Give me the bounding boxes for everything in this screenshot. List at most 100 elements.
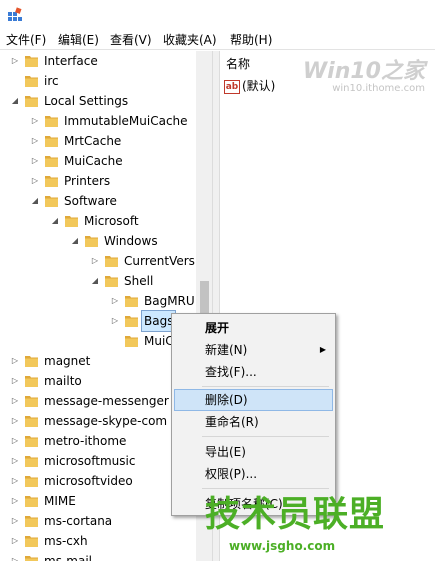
menu-file[interactable]: 文件(F): [6, 32, 46, 48]
tree-item-label: CurrentVersio: [124, 254, 206, 268]
tree-item-label: Printers: [64, 174, 111, 188]
expand-arrow-icon[interactable]: ▷: [30, 171, 40, 191]
folder-icon: [25, 356, 38, 367]
menu-item-find[interactable]: 查找(F)...: [175, 362, 332, 382]
menu-item-permissions[interactable]: 权限(P)...: [175, 464, 332, 484]
menu-edit[interactable]: 编辑(E): [58, 32, 99, 48]
tree-item-label: ImmutableMuiCache: [64, 114, 188, 128]
expand-arrow-icon[interactable]: ▷: [10, 51, 20, 71]
expand-arrow-icon[interactable]: ▷: [10, 491, 20, 511]
expand-arrow-icon[interactable]: ▷: [110, 291, 120, 311]
expand-arrow-icon[interactable]: ▷: [10, 531, 20, 551]
tree-item-label: MrtCache: [64, 134, 122, 148]
value-row-default[interactable]: ab (默认): [224, 77, 275, 95]
tree-item[interactable]: ▷ CurrentVersio: [0, 251, 212, 271]
expand-arrow-icon[interactable]: ▷: [10, 351, 20, 371]
title-bar: [0, 0, 435, 30]
expand-arrow-icon[interactable]: ▷: [10, 371, 20, 391]
expand-arrow-icon[interactable]: ▷: [10, 551, 20, 561]
folder-icon: [25, 396, 38, 407]
tree-item-label: MIME: [44, 494, 76, 508]
tree-item-label: MuiCache: [64, 154, 123, 168]
watermark-jsgho-url: www.jsgho.com: [229, 539, 336, 553]
menu-separator: [202, 386, 329, 387]
tree-item[interactable]: ◢ Microsoft: [0, 211, 212, 231]
tree-item[interactable]: ◢ Windows: [0, 231, 212, 251]
tree-item[interactable]: ▷ MuiCache: [0, 151, 212, 171]
tree-item-label: metro-ithome: [44, 434, 127, 448]
value-name-default: (默认): [242, 79, 276, 93]
folder-icon: [45, 156, 58, 167]
expand-arrow-icon[interactable]: ▷: [10, 511, 20, 531]
folder-icon: [105, 256, 118, 267]
folder-icon: [45, 116, 58, 127]
tree-item[interactable]: ▷ Interface: [0, 51, 212, 71]
menu-item-new[interactable]: 新建(N) ▶: [175, 340, 332, 360]
expand-arrow-icon[interactable]: ▷: [30, 131, 40, 151]
folder-icon: [85, 236, 98, 247]
tree-item[interactable]: ◢ Local Settings: [0, 91, 212, 111]
tree-item[interactable]: ▷ ImmutableMuiCache: [0, 111, 212, 131]
expand-arrow-icon[interactable]: ▷: [10, 431, 20, 451]
folder-icon: [25, 56, 38, 67]
collapse-arrow-icon[interactable]: ◢: [90, 271, 100, 291]
tree-item[interactable]: ▷ ms-mail: [0, 551, 212, 561]
folder-icon: [25, 76, 38, 87]
tree-item-label: microsoftmusic: [44, 454, 136, 468]
expand-arrow-icon[interactable]: ▷: [10, 471, 20, 491]
tree-item-label: message-messenger: [44, 394, 169, 408]
no-arrow-spacer: [110, 331, 120, 351]
menu-view[interactable]: 查看(V): [110, 32, 152, 48]
watermark-brand: Win10之家: [302, 59, 425, 84]
menu-item-new-label: 新建(N): [205, 343, 248, 357]
collapse-arrow-icon[interactable]: ◢: [30, 191, 40, 211]
expand-arrow-icon[interactable]: ▷: [10, 391, 20, 411]
tree-item-label: Local Settings: [44, 94, 129, 108]
tree-item[interactable]: ◢ Software: [0, 191, 212, 211]
folder-icon: [25, 436, 38, 447]
context-menu: 展开 新建(N) ▶ 查找(F)... 删除(D) 重命名(R) 导出(E) 权限…: [171, 313, 336, 516]
collapse-arrow-icon[interactable]: ◢: [10, 91, 20, 111]
tree-item-label: irc: [44, 74, 59, 88]
watermark-jsgho-brand: 技术员联盟: [205, 495, 386, 535]
expand-arrow-icon[interactable]: ▷: [10, 451, 20, 471]
submenu-arrow-icon: ▶: [319, 345, 326, 354]
tree-item-label: ms-cortana: [44, 514, 113, 528]
tree-item[interactable]: irc: [0, 71, 212, 91]
tree-item-label: mailto: [44, 374, 82, 388]
tree-item-label: microsoftvideo: [44, 474, 133, 488]
menu-item-delete[interactable]: 删除(D): [174, 389, 333, 411]
tree-item[interactable]: ▷ MrtCache: [0, 131, 212, 151]
menu-help[interactable]: 帮助(H): [230, 32, 272, 48]
tree-item-label: ms-cxh: [44, 534, 88, 548]
expand-arrow-icon[interactable]: ▷: [30, 111, 40, 131]
tree-item[interactable]: ▷ Printers: [0, 171, 212, 191]
folder-icon: [25, 376, 38, 387]
expand-arrow-icon[interactable]: ▷: [30, 151, 40, 171]
tree-item-label: message-skype-com: [44, 414, 168, 428]
menu-item-export[interactable]: 导出(E): [175, 442, 332, 462]
menu-item-rename[interactable]: 重命名(R): [175, 412, 332, 432]
menu-separator: [202, 436, 329, 437]
menu-bar: 文件(F) 编辑(E) 查看(V) 收藏夹(A) 帮助(H): [0, 30, 435, 50]
folder-icon: [125, 316, 138, 327]
tree-item[interactable]: ▷ BagMRU: [0, 291, 212, 311]
tree-item[interactable]: ▷ ms-cxh: [0, 531, 212, 551]
column-header-name[interactable]: 名称: [226, 55, 250, 72]
folder-icon: [25, 536, 38, 547]
tree-item[interactable]: ◢ Shell: [0, 271, 212, 291]
tree-item-label: ms-mail: [44, 554, 92, 561]
collapse-arrow-icon[interactable]: ◢: [50, 211, 60, 231]
folder-icon: [45, 176, 58, 187]
expand-arrow-icon[interactable]: ▷: [10, 411, 20, 431]
expand-arrow-icon[interactable]: ▷: [110, 311, 120, 331]
expand-arrow-icon[interactable]: ▷: [90, 251, 100, 271]
tree-item-label: Shell: [124, 274, 154, 288]
folder-icon: [25, 556, 38, 561]
watermark-jsgho: 技术员联盟 www.jsgho.com: [205, 495, 435, 561]
folder-icon: [25, 496, 38, 507]
menu-favorites[interactable]: 收藏夹(A): [163, 32, 217, 48]
menu-item-expand[interactable]: 展开: [175, 318, 332, 338]
collapse-arrow-icon[interactable]: ◢: [70, 231, 80, 251]
folder-icon: [65, 216, 78, 227]
